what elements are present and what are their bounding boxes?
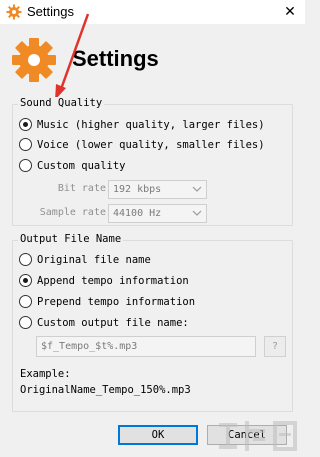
page-title: Settings bbox=[72, 46, 159, 71]
radio-music[interactable]: Music (higher quality, larger files) bbox=[19, 118, 265, 131]
window-title: Settings bbox=[27, 4, 74, 19]
radio-button[interactable] bbox=[19, 118, 32, 131]
title-bar: Settings ✕ bbox=[0, 0, 305, 24]
sound-quality-legend: Sound Quality bbox=[18, 97, 105, 109]
custom-name-input[interactable]: $f_Tempo_$t%.mp3 bbox=[36, 336, 256, 357]
bit-rate-value: 192 kbps bbox=[113, 184, 162, 195]
custom-name-value: $f_Tempo_$t%.mp3 bbox=[41, 341, 138, 352]
radio-button[interactable] bbox=[19, 159, 32, 172]
radio-button[interactable] bbox=[19, 295, 32, 308]
radio-custom-quality-label: Custom quality bbox=[37, 159, 126, 172]
sample-rate-value: 44100 Hz bbox=[113, 208, 162, 219]
radio-prepend-tempo-label: Prepend tempo information bbox=[37, 295, 196, 308]
radio-append-tempo-label: Append tempo information bbox=[37, 274, 189, 287]
radio-custom-quality[interactable]: Custom quality bbox=[19, 159, 126, 172]
radio-voice-label: Voice (lower quality, smaller files) bbox=[37, 138, 265, 151]
radio-custom-name-label: Custom output file name: bbox=[37, 316, 189, 329]
radio-original-name[interactable]: Original file name bbox=[19, 253, 151, 266]
ok-button[interactable]: OK bbox=[118, 425, 198, 445]
chevron-down-icon bbox=[192, 210, 202, 216]
watermark-logo bbox=[219, 421, 297, 451]
sample-rate-select[interactable]: 44100 Hz bbox=[108, 204, 207, 223]
radio-music-label: Music (higher quality, larger files) bbox=[37, 118, 265, 131]
help-button[interactable]: ? bbox=[264, 336, 286, 357]
bit-rate-select[interactable]: 192 kbps bbox=[108, 180, 207, 199]
radio-button[interactable] bbox=[19, 316, 32, 329]
example-value: OriginalName_Tempo_150%.mp3 bbox=[20, 384, 191, 396]
close-icon[interactable]: ✕ bbox=[275, 0, 305, 24]
gear-icon bbox=[12, 38, 56, 82]
radio-custom-name[interactable]: Custom output file name: bbox=[19, 316, 189, 329]
app-gear-icon bbox=[6, 4, 22, 20]
sample-rate-label: Sample rate bbox=[39, 207, 106, 218]
example-label: Example: bbox=[20, 368, 71, 380]
radio-button[interactable] bbox=[19, 253, 32, 266]
radio-button[interactable] bbox=[19, 274, 32, 287]
radio-button[interactable] bbox=[19, 138, 32, 151]
output-file-name-legend: Output File Name bbox=[18, 233, 124, 245]
bit-rate-label: Bit rate bbox=[57, 183, 106, 194]
radio-append-tempo[interactable]: Append tempo information bbox=[19, 274, 189, 287]
radio-voice[interactable]: Voice (lower quality, smaller files) bbox=[19, 138, 265, 151]
radio-prepend-tempo[interactable]: Prepend tempo information bbox=[19, 295, 195, 308]
header: Settings bbox=[0, 24, 305, 94]
chevron-down-icon bbox=[192, 186, 202, 192]
radio-original-name-label: Original file name bbox=[37, 253, 151, 266]
